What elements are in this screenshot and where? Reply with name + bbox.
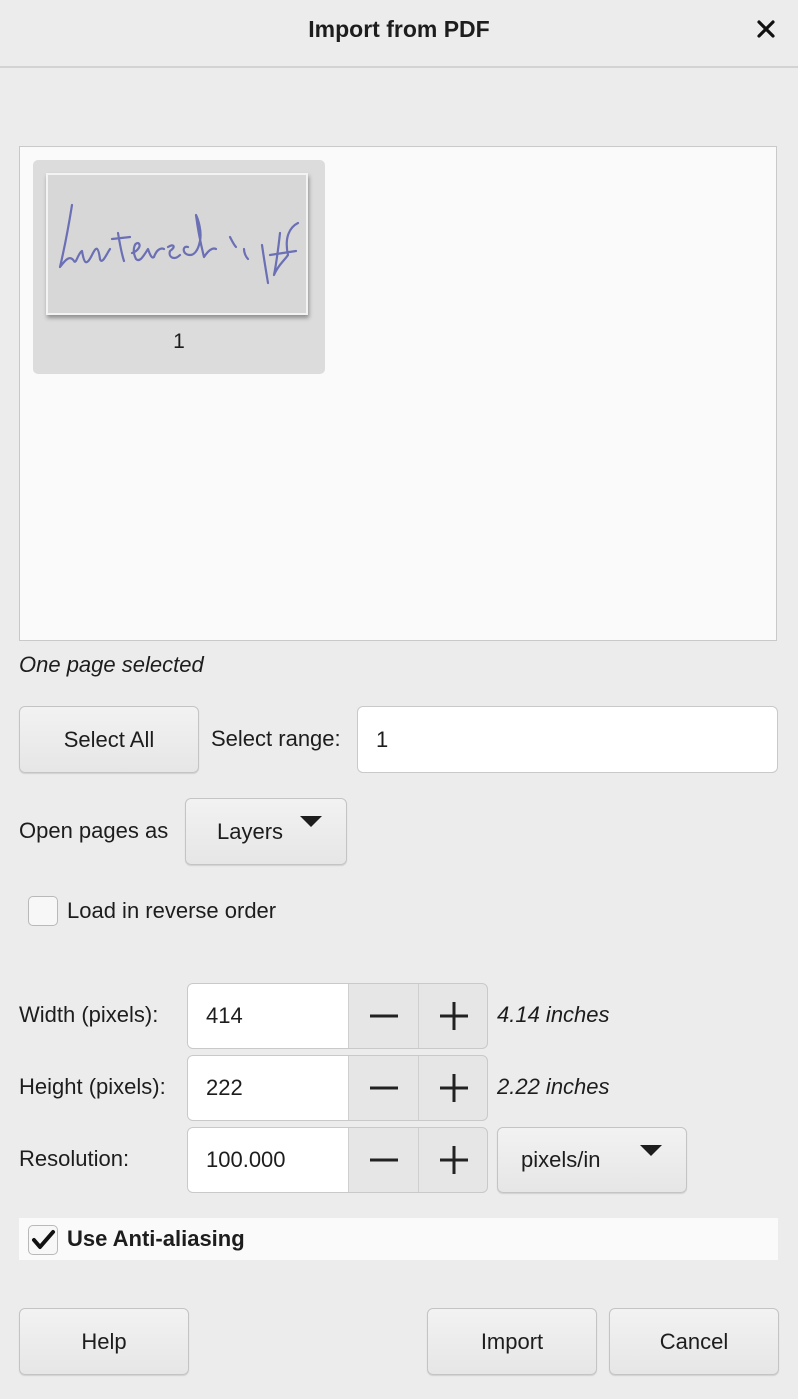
reverse-order-checkbox[interactable] xyxy=(28,896,58,926)
select-all-button[interactable]: Select All xyxy=(19,706,199,773)
signature-image xyxy=(58,203,300,285)
width-decrement-button[interactable] xyxy=(348,984,419,1048)
antialiasing-label: Use Anti-aliasing xyxy=(67,1226,245,1251)
open-pages-as-label: Open pages as xyxy=(19,818,169,843)
height-inches-label: 2.22 inches xyxy=(497,1074,610,1099)
resolution-increment-button[interactable] xyxy=(418,1128,487,1192)
resolution-input[interactable]: 100.000 xyxy=(188,1128,348,1192)
open-pages-as-dropdown[interactable]: Layers xyxy=(185,798,347,865)
resolution-unit-dropdown[interactable]: pixels/in xyxy=(497,1127,687,1193)
page-thumbnail-image xyxy=(46,173,308,315)
plus-icon xyxy=(440,1002,468,1030)
help-button[interactable]: Help xyxy=(19,1308,189,1375)
resolution-label: Resolution: xyxy=(19,1146,130,1171)
height-label: Height (pixels): xyxy=(19,1074,166,1099)
title-bar: Import from PDF xyxy=(0,0,798,68)
resolution-decrement-button[interactable] xyxy=(348,1128,419,1192)
minus-icon xyxy=(370,1158,398,1162)
height-decrement-button[interactable] xyxy=(348,1056,419,1120)
width-label: Width (pixels): xyxy=(19,1002,159,1027)
antialiasing-checkbox[interactable] xyxy=(28,1225,58,1255)
checkmark-icon xyxy=(32,1230,55,1249)
minus-icon xyxy=(370,1014,398,1018)
chevron-down-icon xyxy=(300,816,322,853)
resolution-spinner: 100.000 xyxy=(187,1127,488,1193)
cancel-button[interactable]: Cancel xyxy=(609,1308,779,1375)
select-range-label: Select range: xyxy=(211,726,341,751)
width-spinner: 414 xyxy=(187,983,488,1049)
reverse-order-label: Load in reverse order xyxy=(67,898,277,923)
height-spinner: 222 xyxy=(187,1055,488,1121)
width-inches-label: 4.14 inches xyxy=(497,1002,610,1027)
dialog-title: Import from PDF xyxy=(308,16,490,42)
height-increment-button[interactable] xyxy=(418,1056,487,1120)
import-button[interactable]: Import xyxy=(427,1308,597,1375)
open-pages-as-value: Layers xyxy=(217,818,284,844)
page-preview-area[interactable]: 1 xyxy=(19,146,777,641)
close-icon xyxy=(757,20,775,38)
page-number-label: 1 xyxy=(173,330,185,353)
width-input[interactable]: 414 xyxy=(188,984,348,1048)
close-button[interactable] xyxy=(752,15,780,43)
minus-icon xyxy=(370,1086,398,1090)
width-increment-button[interactable] xyxy=(418,984,487,1048)
selection-status: One page selected xyxy=(19,652,204,677)
plus-icon xyxy=(440,1074,468,1102)
chevron-down-icon xyxy=(640,1145,662,1182)
page-thumbnail[interactable]: 1 xyxy=(33,160,325,374)
select-range-input[interactable]: 1 xyxy=(357,706,778,773)
plus-icon xyxy=(440,1146,468,1174)
height-input[interactable]: 222 xyxy=(188,1056,348,1120)
resolution-unit-value: pixels/in xyxy=(521,1147,601,1172)
